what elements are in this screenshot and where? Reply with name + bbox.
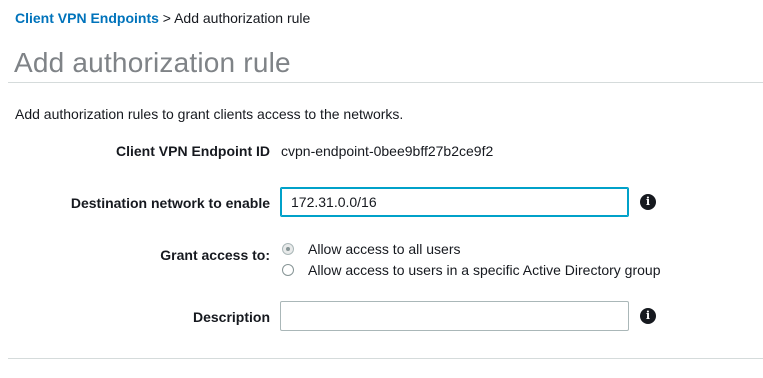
description-label: Description [192, 309, 270, 325]
bottom-divider [8, 358, 763, 359]
intro-text: Add authorization rules to grant clients… [15, 106, 404, 122]
page-title: Add authorization rule [14, 47, 291, 78]
description-input[interactable] [280, 301, 629, 331]
radio-label-all-users: Allow access to all users [308, 241, 461, 257]
endpoint-id-value: cvpn-endpoint-0bee9bff27b2ce9f2 [281, 143, 494, 159]
radio-button-all-users[interactable] [282, 243, 294, 255]
grant-access-label: Grant access to: [160, 247, 270, 263]
radio-option-all-users[interactable]: Allow access to all users [282, 241, 461, 257]
endpoint-id-label: Client VPN Endpoint ID [116, 143, 270, 159]
destination-info-icon[interactable]: i [640, 194, 656, 210]
breadcrumb: Client VPN Endpoints > Add authorization… [15, 10, 310, 26]
title-divider [8, 82, 763, 83]
destination-network-label: Destination network to enable [70, 195, 270, 211]
breadcrumb-separator: > [162, 10, 171, 26]
description-info-icon[interactable]: i [640, 308, 656, 324]
destination-network-input[interactable] [280, 187, 629, 217]
radio-option-ad-group[interactable]: Allow access to users in a specific Acti… [282, 262, 660, 278]
radio-label-ad-group: Allow access to users in a specific Acti… [308, 262, 661, 278]
radio-button-ad-group[interactable] [282, 264, 294, 276]
breadcrumb-link-client-vpn-endpoints[interactable]: Client VPN Endpoints [15, 10, 159, 26]
breadcrumb-current: Add authorization rule [174, 10, 311, 26]
